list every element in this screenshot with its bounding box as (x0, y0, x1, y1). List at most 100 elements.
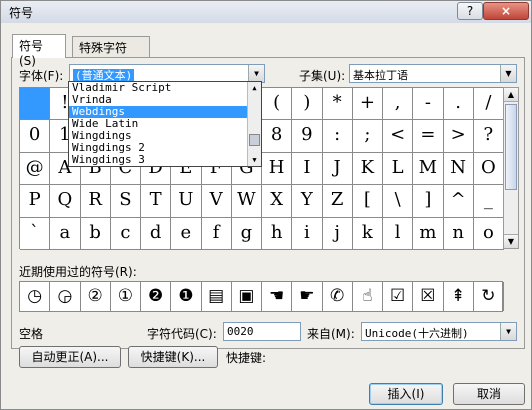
symbol-cell[interactable]: b (80, 217, 111, 250)
symbol-cell[interactable]: ) (292, 88, 323, 121)
character-code-input[interactable]: 0020 (223, 322, 301, 341)
symbol-cell[interactable]: ? (473, 120, 504, 153)
symbol-grid-scrollbar[interactable]: ▲ ▼ (503, 87, 519, 249)
symbol-cell[interactable]: Y (292, 185, 323, 218)
recent-symbol[interactable]: ☛ (292, 282, 323, 311)
symbol-cell[interactable]: k (352, 217, 383, 250)
symbol-cell[interactable]: V (201, 185, 232, 218)
symbol-cell[interactable]: U (171, 185, 202, 218)
recent-symbol[interactable]: ☒ (413, 282, 444, 311)
scroll-up-icon[interactable]: ▲ (248, 82, 261, 94)
symbol-cell[interactable]: 0 (20, 120, 51, 153)
recent-symbol[interactable]: ① (111, 282, 141, 311)
symbol-cell[interactable]: e (171, 217, 202, 250)
symbol-cell[interactable]: \ (383, 185, 414, 218)
from-select[interactable]: Unicode(十六进制) ▼ (361, 322, 517, 341)
symbol-cell[interactable]: = (413, 120, 444, 153)
symbol-cell[interactable]: I (292, 152, 323, 186)
symbol-cell[interactable]: X (262, 185, 293, 218)
symbol-cell[interactable]: n (443, 217, 474, 250)
symbol-cell[interactable]: * (322, 88, 353, 121)
symbol-cell[interactable]: 8 (262, 120, 293, 153)
symbol-cell[interactable]: h (262, 217, 293, 250)
symbol-cell[interactable]: < (383, 120, 414, 153)
symbol-cell[interactable]: P (20, 185, 51, 218)
symbol-cell[interactable]: , (383, 88, 414, 121)
cancel-button[interactable]: 取消 (453, 383, 525, 405)
symbol-cell[interactable]: [ (352, 185, 383, 218)
font-option[interactable]: Webdings (69, 106, 261, 118)
symbol-cell[interactable]: - (413, 88, 444, 121)
symbol-cell[interactable]: R (80, 185, 111, 218)
symbol-cell[interactable]: m (413, 217, 444, 250)
shortcut-key-button[interactable]: 快捷键(K)... (128, 346, 218, 368)
symbol-cell[interactable]: + (352, 88, 383, 121)
tab-symbols[interactable]: 符号(S) (12, 34, 66, 68)
symbol-cell[interactable]: i (292, 217, 323, 250)
recent-symbol[interactable]: ② (81, 282, 111, 311)
symbol-cell[interactable]: l (383, 217, 414, 250)
chevron-down-icon[interactable]: ▼ (500, 323, 516, 340)
font-option[interactable]: Vladimir Script (69, 82, 261, 94)
recent-symbol[interactable]: ↻ (474, 282, 504, 311)
font-dropdown-scrollbar[interactable]: ▲ ▼ (247, 82, 261, 166)
recent-symbol[interactable]: ⇞ (444, 282, 474, 311)
font-option[interactable]: Vrinda (69, 94, 261, 106)
symbol-cell[interactable]: K (352, 152, 383, 186)
recent-symbol[interactable]: ☚ (262, 282, 293, 311)
scroll-thumb[interactable] (249, 134, 260, 146)
recent-symbol[interactable]: ❶ (171, 282, 202, 311)
symbol-cell[interactable]: T (141, 185, 172, 218)
recent-symbol[interactable]: ◶ (50, 282, 81, 311)
symbol-cell[interactable] (20, 88, 51, 121)
recent-symbol[interactable]: ◷ (20, 282, 51, 311)
symbol-cell[interactable]: @ (20, 152, 51, 186)
font-option[interactable]: Wide Latin (69, 118, 261, 130)
symbol-cell[interactable]: N (443, 152, 474, 186)
insert-button[interactable]: 插入(I) (369, 383, 443, 405)
symbol-cell[interactable]: O (473, 152, 504, 186)
chevron-down-icon[interactable]: ▼ (500, 65, 516, 82)
symbol-cell[interactable]: Z (322, 185, 353, 218)
symbol-cell[interactable]: ` (20, 217, 51, 250)
recent-symbol[interactable]: ☑ (383, 282, 414, 311)
symbol-cell[interactable]: Q (50, 185, 81, 218)
symbol-cell[interactable]: : (322, 120, 353, 153)
symbol-cell[interactable]: f (201, 217, 232, 250)
recent-symbol[interactable]: ✆ (323, 282, 353, 311)
symbol-cell[interactable]: W (231, 185, 262, 218)
symbol-cell[interactable]: 9 (292, 120, 323, 153)
symbol-cell[interactable]: ^ (443, 185, 474, 218)
font-option[interactable]: Wingdings (69, 130, 261, 142)
symbol-cell[interactable]: a (50, 217, 81, 250)
symbol-cell[interactable]: ; (352, 120, 383, 153)
symbol-cell[interactable]: S (110, 185, 141, 218)
symbol-cell[interactable]: J (322, 152, 353, 186)
font-option[interactable]: Wingdings 2 (69, 142, 261, 154)
symbol-cell[interactable]: ( (262, 88, 293, 121)
symbol-cell[interactable]: > (443, 120, 474, 153)
symbol-cell[interactable]: c (110, 217, 141, 250)
recent-symbol[interactable]: ▣ (232, 282, 262, 311)
symbol-cell[interactable]: L (383, 152, 414, 186)
recent-symbol[interactable]: ☝ (353, 282, 383, 311)
scroll-up-icon[interactable]: ▲ (504, 88, 518, 102)
symbol-cell[interactable]: / (473, 88, 504, 121)
chevron-down-icon[interactable]: ▼ (248, 65, 264, 82)
scroll-down-icon[interactable]: ▼ (248, 154, 261, 166)
symbol-cell[interactable]: o (473, 217, 504, 250)
help-button[interactable]: ? (457, 2, 483, 20)
recent-symbol[interactable]: ❷ (141, 282, 172, 311)
symbol-cell[interactable]: d (141, 217, 172, 250)
close-button[interactable]: × (483, 2, 529, 20)
symbol-cell[interactable]: ] (413, 185, 444, 218)
symbol-cell[interactable]: M (413, 152, 444, 186)
symbol-cell[interactable]: g (231, 217, 262, 250)
symbol-cell[interactable]: j (322, 217, 353, 250)
font-option[interactable]: Wingdings 3 (69, 154, 261, 166)
autocorrect-button[interactable]: 自动更正(A)... (19, 346, 121, 368)
recent-symbol[interactable]: ▤ (202, 282, 232, 311)
symbol-cell[interactable]: . (443, 88, 474, 121)
subset-select[interactable]: 基本拉丁语 ▼ (349, 64, 517, 83)
scroll-thumb[interactable] (505, 104, 517, 190)
